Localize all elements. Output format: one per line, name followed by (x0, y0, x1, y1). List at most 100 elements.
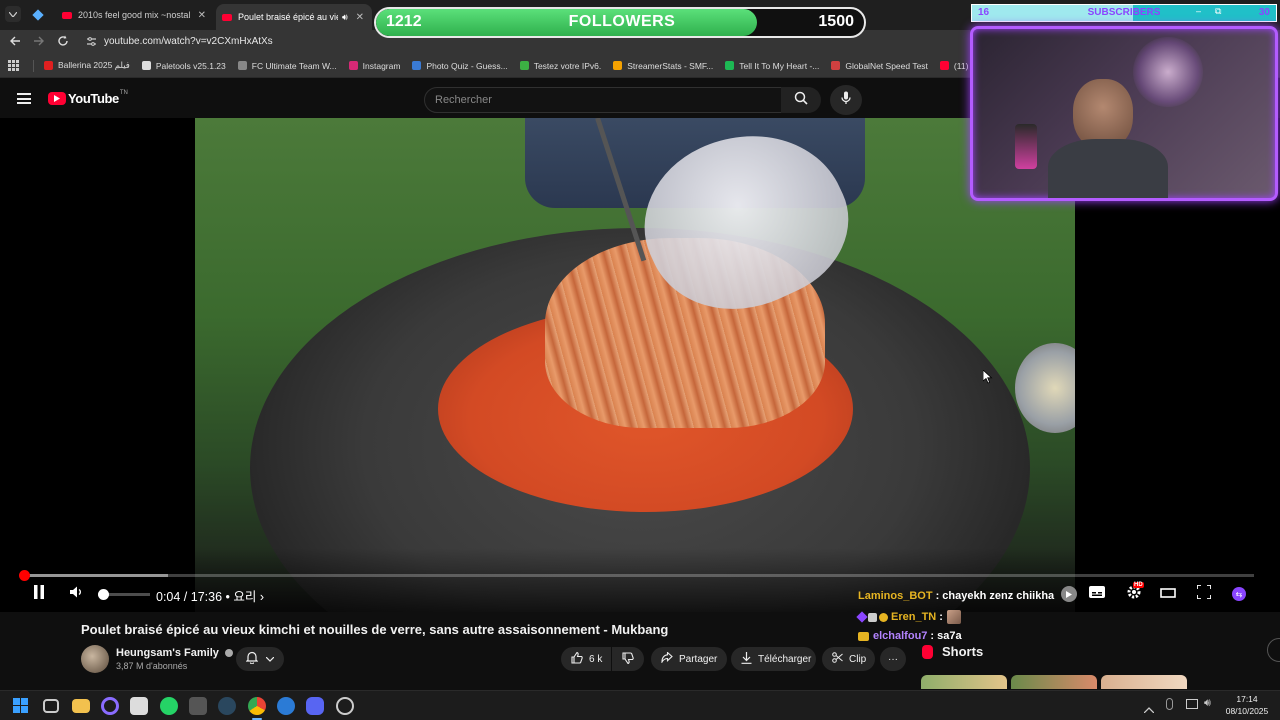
chrome-icon[interactable] (248, 697, 266, 715)
windows-start-icon[interactable] (13, 698, 28, 713)
bookmark-favicon-icon (141, 61, 151, 70)
channel-name[interactable]: Heungsam's Family (116, 647, 233, 659)
speaker-icon[interactable]: 🔊︎ (342, 12, 348, 23)
shorts-section-header[interactable]: Shorts (922, 644, 983, 659)
twitch-extension-icon: ⇆ (1232, 587, 1246, 601)
reload-icon[interactable] (57, 35, 69, 50)
shorts-logo-icon (922, 644, 933, 659)
like-button[interactable]: 6 k (561, 647, 611, 671)
subtitles-button[interactable] (1087, 585, 1107, 603)
tray-volume-icon[interactable]: 🔊︎ (1204, 697, 1211, 710)
whatsapp-icon[interactable] (160, 697, 178, 715)
restore-icon[interactable]: ⧉ (1215, 6, 1235, 16)
progress-bar[interactable] (18, 570, 1254, 581)
video-frame[interactable] (195, 118, 1075, 612)
bookmark-streamerstats[interactable]: StreamerStats - SMF... (613, 61, 713, 71)
volume-knob[interactable] (98, 589, 109, 600)
task-view-icon[interactable] (43, 699, 59, 713)
scroll-right-button[interactable] (1267, 638, 1280, 662)
url-text[interactable]: youtube.com/watch?v=v2CXmHxAtXs (104, 36, 273, 47)
apps-grid-icon[interactable] (8, 60, 19, 71)
channel-avatar[interactable] (81, 645, 109, 673)
download-button[interactable]: Télécharger (731, 647, 816, 671)
volume-icon (70, 585, 84, 603)
mute-button[interactable] (68, 585, 86, 603)
voice-search-button[interactable] (830, 85, 862, 115)
forward-arrow-icon[interactable] (33, 35, 45, 50)
back-arrow-icon[interactable] (9, 35, 21, 50)
tray-chevron-up-icon[interactable] (1143, 700, 1155, 718)
search-input[interactable]: Rechercher (424, 87, 782, 113)
capture-app-icon[interactable] (130, 697, 148, 715)
app-swirl-icon[interactable] (336, 697, 354, 715)
webcam-light-decoration (1133, 37, 1203, 107)
close-tab-icon[interactable]: ✕ (198, 10, 206, 21)
scissors-icon (832, 652, 843, 666)
chapter-label[interactable]: • 요리 (226, 590, 257, 604)
chat-text: : chayekh zenz chiikha (935, 590, 1055, 602)
clip-button[interactable]: Clip (822, 647, 875, 671)
dislike-button[interactable] (612, 647, 644, 671)
microphone-icon (841, 91, 851, 110)
tab-list-button[interactable] (5, 6, 21, 22)
tab-current-video[interactable]: Poulet braisé épicé au vieux 🔊︎ ✕ (216, 4, 372, 30)
more-actions-button[interactable]: ··· (880, 647, 906, 671)
autoplay-toggle[interactable] (1058, 585, 1080, 603)
subtitles-icon (1089, 585, 1105, 603)
search-icon (794, 91, 808, 110)
app-blue-icon[interactable] (277, 697, 295, 715)
diamond-icon (32, 9, 44, 21)
short-thumbnail[interactable] (1011, 675, 1097, 689)
fullscreen-button[interactable] (1194, 583, 1214, 603)
bookmark-speed-test[interactable]: GlobalNet Speed Test (831, 61, 928, 71)
tab-music-mix[interactable]: 2010s feel good mix ~nostalgia ✕ (56, 4, 212, 26)
settings-button[interactable]: HD (1123, 582, 1145, 604)
chat-badge-icon (856, 611, 868, 623)
chat-text: : (939, 611, 943, 623)
bookmark-ipv6-test[interactable]: Testez votre IPv6. (519, 61, 601, 71)
taskbar: 🔊︎ 17:14 08/10/2025 (0, 690, 1280, 720)
site-info-icon[interactable] (86, 36, 97, 47)
chevron-down-icon (265, 654, 275, 665)
bookmark-favicon-icon (725, 61, 735, 70)
window-controls: –⧉ (1196, 6, 1235, 17)
chat-badge-icon (858, 631, 869, 641)
chat-username: Eren_TN (891, 611, 937, 623)
discord-icon[interactable] (306, 697, 324, 715)
steam-icon[interactable] (218, 697, 236, 715)
followers-label: FOLLOWERS (568, 13, 676, 30)
bell-icon (245, 651, 259, 667)
bookmark-paletools[interactable]: Paletools v25.1.23 (141, 61, 226, 71)
notification-bell-button[interactable] (236, 647, 284, 671)
tab-pinned[interactable] (28, 4, 50, 26)
bookmark-ballerina[interactable]: Ballerina 2025 فيلم (44, 60, 130, 71)
chat-message-3: elchalfou7 : sa7a (858, 630, 962, 642)
bookmark-spotify-song[interactable]: Tell It To My Heart -... (725, 61, 819, 71)
extension-button[interactable]: ⇆ (1229, 585, 1249, 603)
chapter-arrow-icon[interactable]: › (260, 590, 264, 604)
file-explorer-icon[interactable] (72, 699, 90, 713)
volume-slider[interactable] (98, 589, 150, 600)
short-thumbnail[interactable] (1101, 675, 1187, 689)
bookmark-photo-quiz[interactable]: Photo Quiz - Guess... (412, 61, 508, 71)
tray-network-icon[interactable] (1186, 699, 1198, 709)
tray-microphone-icon[interactable] (1166, 698, 1173, 710)
mouse-cursor (982, 369, 993, 389)
youtube-logo[interactable]: YouTube TN (48, 90, 128, 106)
theater-mode-button[interactable] (1158, 585, 1178, 603)
search-button[interactable] (781, 87, 821, 113)
short-thumbnail[interactable] (921, 675, 1007, 689)
bookmark-instagram[interactable]: Instagram (348, 61, 400, 71)
close-tab-icon[interactable]: ✕ (356, 12, 364, 23)
pause-button[interactable] (30, 584, 48, 603)
progress-scrubber[interactable] (18, 570, 30, 581)
minimize-icon[interactable]: – (1196, 6, 1215, 16)
bookmark-favicon-icon (348, 61, 358, 70)
share-icon (661, 651, 673, 666)
app-hex-icon[interactable] (189, 697, 207, 715)
share-button[interactable]: Partager (651, 647, 727, 671)
hamburger-menu-icon[interactable] (17, 93, 31, 104)
app-circle-icon[interactable] (101, 697, 119, 715)
tray-clock[interactable]: 17:14 08/10/2025 (1222, 693, 1272, 717)
bookmark-fc-ultimate-team[interactable]: FC Ultimate Team W... (237, 61, 337, 71)
